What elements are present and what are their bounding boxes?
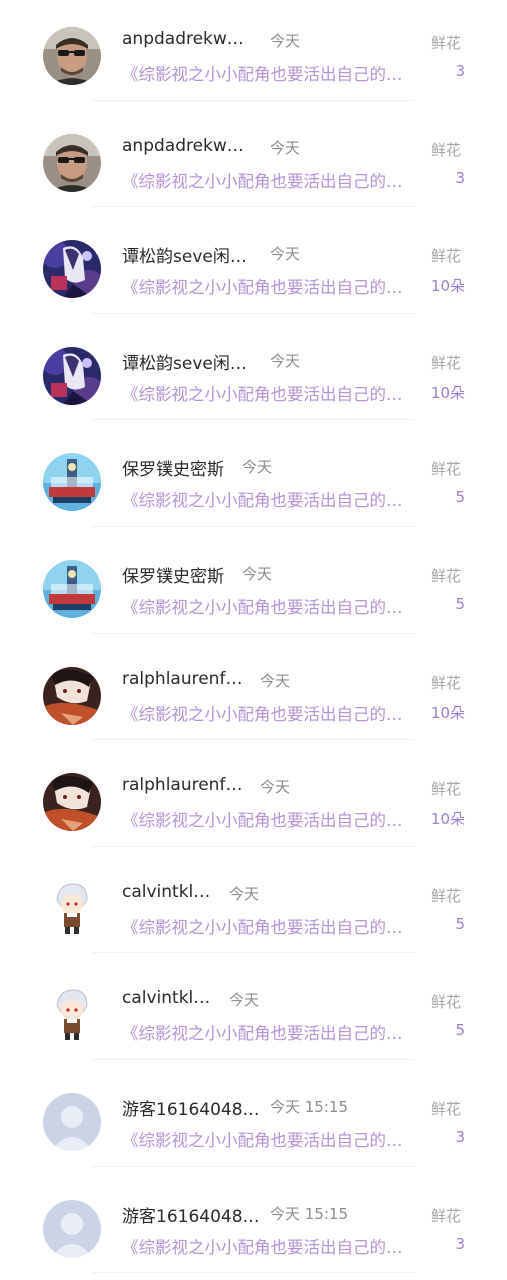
book-title-link[interactable]: 《综影视之小小配角也要活出自己的… (122, 1127, 422, 1151)
username: 谭松韵seve闲… (122, 247, 247, 268)
divider (92, 1058, 415, 1060)
clock-tower-avatar[interactable] (43, 559, 101, 618)
username: calvintkl… (122, 988, 211, 1009)
book-title-link[interactable]: 《综影视之小小配角也要活出自己的… (122, 381, 422, 405)
anime-dark-avatar[interactable] (43, 773, 101, 832)
list-item[interactable]: 谭松韵seve闲… 今天 鲜花 《综影视之小小配角也要活出自己的… 10朵 (0, 213, 507, 320)
list-item[interactable]: anpdadrekw… 今天 鲜花 《综影视之小小配角也要活出自己的… 3 (0, 0, 507, 107)
time: 今天 (260, 778, 291, 797)
gift-type: 鲜花 (431, 673, 462, 692)
divider (92, 1272, 415, 1274)
divider (92, 99, 415, 101)
divider (92, 419, 415, 421)
book-title-link[interactable]: 《综影视之小小配角也要活出自己的… (122, 1234, 422, 1258)
gift-count: 3 (455, 1234, 465, 1253)
divider (92, 739, 415, 741)
username: 游客16164048… (122, 1206, 260, 1227)
time: 今天 (229, 991, 260, 1010)
divider (92, 845, 415, 847)
gift-type: 鲜花 (431, 1206, 462, 1225)
list-item[interactable]: ralphlaurenf… 今天 鲜花 《综影视之小小配角也要活出自己的… 10… (0, 746, 507, 853)
book-title-link[interactable]: 《综影视之小小配角也要活出自己的… (122, 274, 422, 298)
gift-type: 鲜花 (431, 886, 462, 905)
time: 今天 (270, 32, 301, 50)
username: 保罗镤史密斯 (122, 460, 224, 481)
gift-count: 10朵 (430, 383, 465, 402)
book-title-link[interactable]: 《综影视之小小配角也要活出自己的… (122, 1020, 422, 1044)
book-title-link[interactable]: 《综影视之小小配角也要活出自己的… (122, 594, 422, 618)
gift-count: 3 (455, 62, 465, 80)
gift-count: 5 (455, 914, 465, 933)
time: 今天 15:15 (270, 1097, 348, 1116)
username: ralphlaurenf… (122, 775, 243, 796)
gift-type: 鲜花 (431, 1099, 462, 1118)
default-user-avatar[interactable] (43, 1199, 101, 1258)
username: 谭松韵seve闲… (122, 353, 247, 374)
username: 保罗镤史密斯 (122, 566, 224, 587)
list-item[interactable]: calvintkl… 今天 鲜花 《综影视之小小配角也要活出自己的… 5 (0, 853, 507, 960)
divider (92, 632, 415, 634)
divider (92, 525, 415, 527)
gift-type: 鲜花 (431, 566, 462, 585)
gift-type: 鲜花 (431, 780, 462, 799)
anime-dark-avatar[interactable] (43, 666, 101, 725)
gift-type: 鲜花 (431, 34, 462, 52)
username: anpdadrekw… (122, 135, 244, 156)
list-item[interactable]: calvintkl… 今天 鲜花 《综影视之小小配角也要活出自己的… 5 (0, 959, 507, 1066)
book-title-link[interactable]: 《综影视之小小配角也要活出自己的… (122, 487, 422, 511)
gift-type: 鲜花 (431, 993, 462, 1012)
gift-count: 10朵 (430, 277, 465, 296)
book-title-link[interactable]: 《综影视之小小配角也要活出自己的… (122, 807, 422, 831)
list-item[interactable]: ralphlaurenf… 今天 鲜花 《综影视之小小配角也要活出自己的… 10… (0, 640, 507, 747)
time: 今天 (242, 564, 273, 583)
list-item[interactable]: 游客16164048… 今天 15:15 鲜花 《综影视之小小配角也要活出自己的… (0, 1173, 507, 1280)
gift-type: 鲜花 (431, 353, 462, 372)
gift-count: 3 (455, 1127, 465, 1146)
username: ralphlaurenf… (122, 668, 243, 689)
list-item[interactable]: 保罗镤史密斯 今天 鲜花 《综影视之小小配角也要活出自己的… 5 (0, 426, 507, 533)
man-sunglasses-avatar[interactable] (43, 27, 101, 85)
divider (92, 1165, 415, 1167)
chibi-character-avatar[interactable] (43, 879, 101, 938)
divider (92, 312, 415, 314)
gift-record-list: anpdadrekw… 今天 鲜花 《综影视之小小配角也要活出自己的… 3 an… (0, 0, 507, 1279)
time: 今天 (260, 671, 291, 690)
book-title-link[interactable]: 《综影视之小小配角也要活出自己的… (122, 701, 422, 725)
gift-count: 10朵 (430, 810, 465, 829)
anime-night-avatar[interactable] (43, 240, 101, 299)
username: 游客16164048… (122, 1099, 260, 1120)
username: calvintkl… (122, 881, 211, 902)
gift-count: 10朵 (430, 703, 465, 722)
gift-type: 鲜花 (431, 140, 462, 159)
default-user-avatar[interactable] (43, 1092, 101, 1151)
time: 今天 (270, 351, 301, 370)
clock-tower-avatar[interactable] (43, 453, 101, 512)
book-title-link[interactable]: 《综影视之小小配角也要活出自己的… (122, 61, 422, 85)
gift-type: 鲜花 (431, 247, 462, 266)
man-sunglasses-avatar[interactable] (43, 133, 101, 192)
gift-type: 鲜花 (431, 460, 462, 479)
time: 今天 (270, 245, 301, 264)
divider (92, 206, 415, 208)
time: 今天 15:15 (270, 1204, 348, 1223)
username: anpdadrekw… (122, 29, 244, 49)
anime-night-avatar[interactable] (43, 346, 101, 405)
time: 今天 (229, 884, 260, 903)
gift-count: 5 (455, 594, 465, 613)
gift-count: 3 (455, 168, 465, 187)
divider (92, 952, 415, 954)
list-item[interactable]: 游客16164048… 今天 15:15 鲜花 《综影视之小小配角也要活出自己的… (0, 1066, 507, 1173)
list-item[interactable]: 保罗镤史密斯 今天 鲜花 《综影视之小小配角也要活出自己的… 5 (0, 533, 507, 640)
gift-count: 5 (455, 488, 465, 507)
list-item[interactable]: 谭松韵seve闲… 今天 鲜花 《综影视之小小配角也要活出自己的… 10朵 (0, 320, 507, 427)
book-title-link[interactable]: 《综影视之小小配角也要活出自己的… (122, 914, 422, 938)
book-title-link[interactable]: 《综影视之小小配角也要活出自己的… (122, 168, 422, 192)
gift-count: 5 (455, 1021, 465, 1040)
chibi-character-avatar[interactable] (43, 986, 101, 1045)
time: 今天 (242, 458, 273, 477)
time: 今天 (270, 138, 301, 157)
list-item[interactable]: anpdadrekw… 今天 鲜花 《综影视之小小配角也要活出自己的… 3 (0, 107, 507, 214)
